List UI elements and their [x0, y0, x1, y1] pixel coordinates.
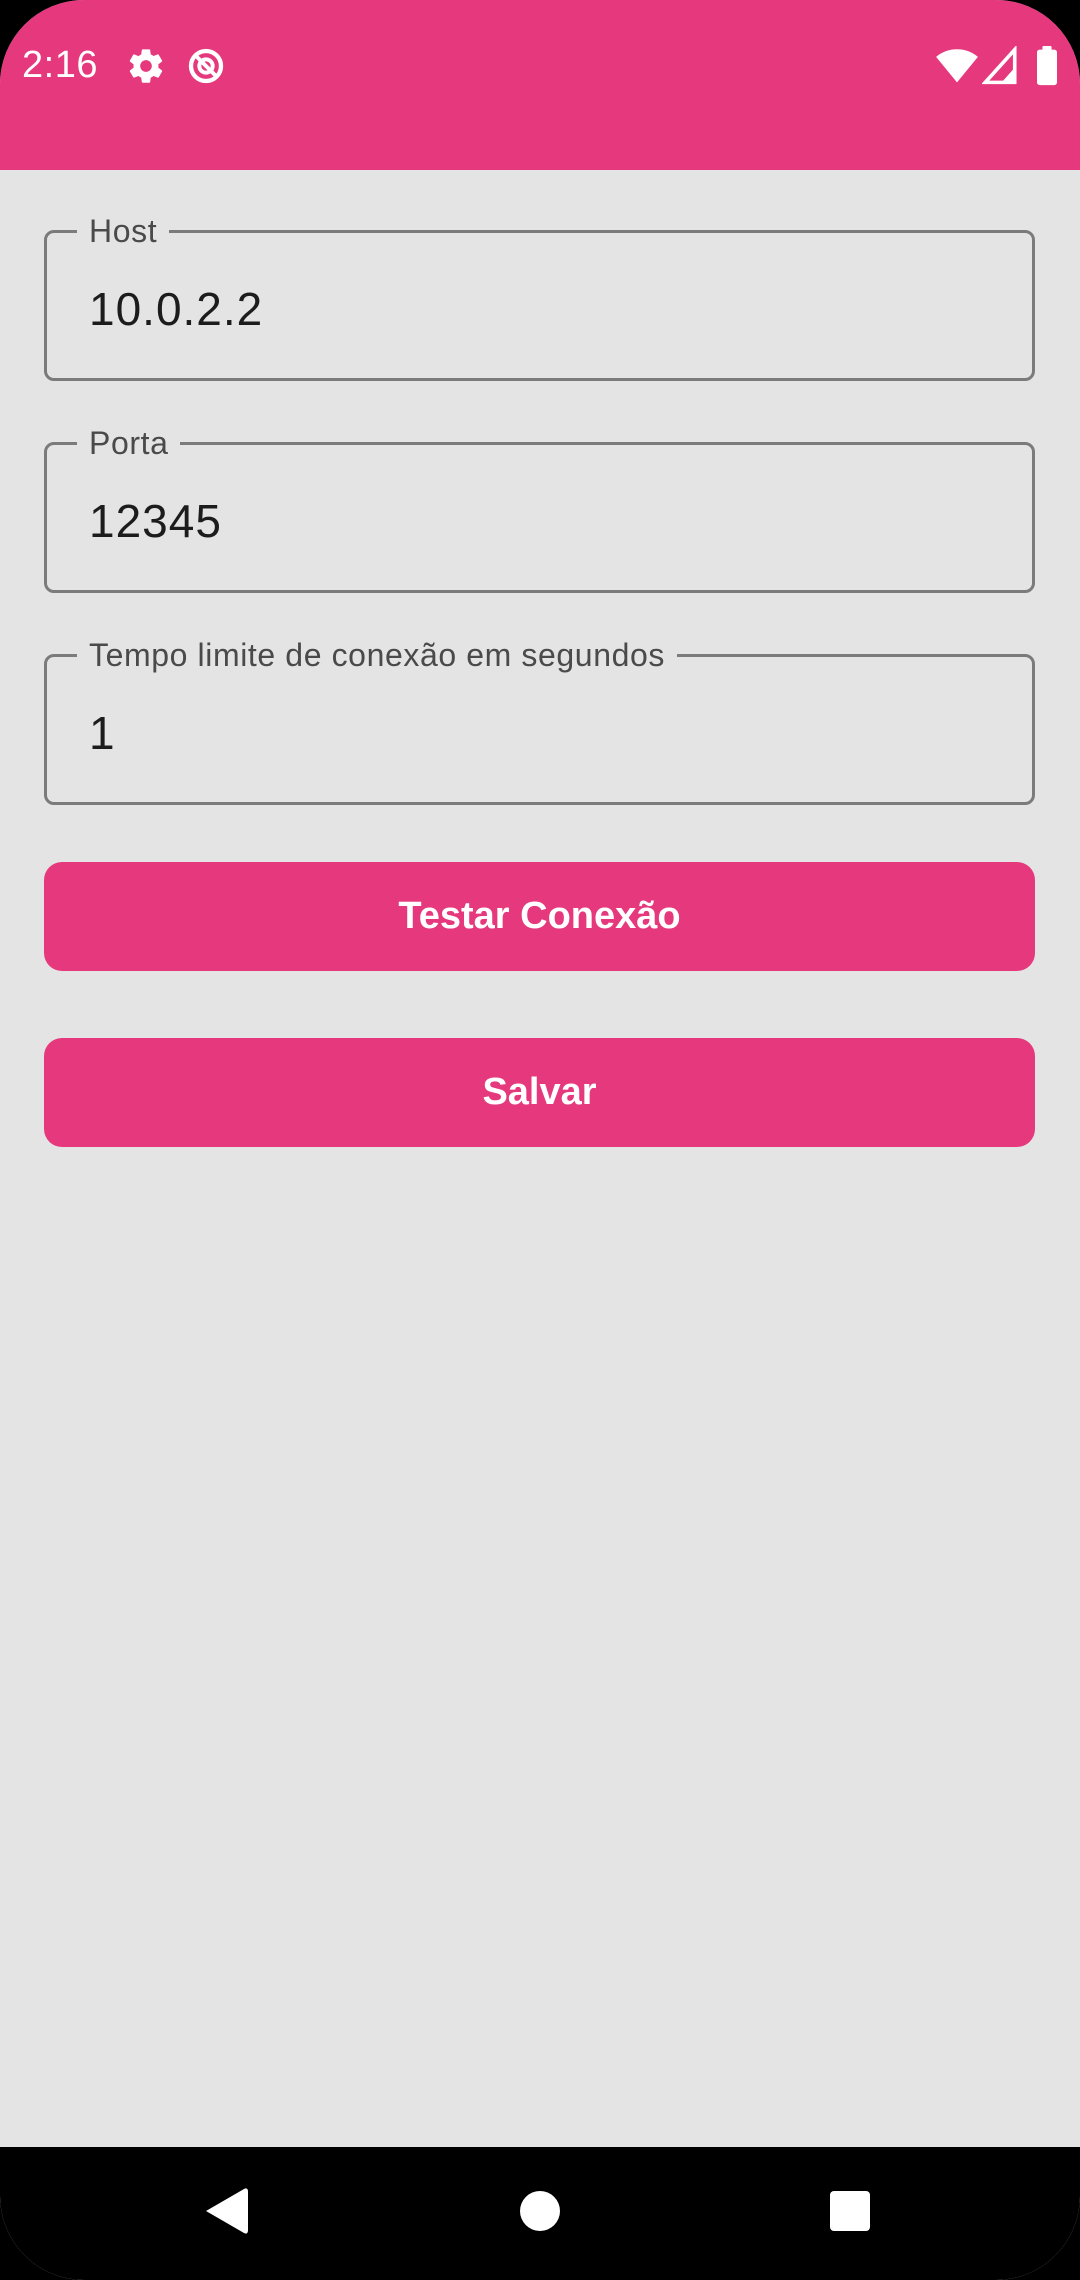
device-screen: 2:16 Host 10.0.2.2 Porta 12345 Tempo lim… — [0, 0, 1080, 2280]
port-input[interactable]: 12345 — [89, 493, 222, 549]
status-bar: 2:16 — [0, 0, 1080, 170]
signal-icon — [981, 44, 1022, 86]
settings-form: Host 10.0.2.2 Porta 12345 Tempo limite d… — [0, 170, 1080, 2147]
recents-icon — [829, 2190, 871, 2237]
recents-button[interactable] — [780, 2147, 920, 2280]
save-button[interactable]: Salvar — [44, 1038, 1035, 1147]
timeout-field[interactable]: Tempo limite de conexão em segundos 1 — [44, 635, 1035, 805]
battery-icon — [1035, 46, 1059, 86]
host-input[interactable]: 10.0.2.2 — [89, 281, 263, 337]
data-saver-icon — [186, 46, 226, 86]
home-icon — [519, 2190, 561, 2237]
navigation-bar — [0, 2147, 1080, 2280]
host-label: Host — [77, 211, 170, 251]
port-label: Porta — [77, 423, 181, 463]
home-button[interactable] — [470, 2147, 610, 2280]
gear-icon — [126, 46, 166, 86]
status-time: 2:16 — [22, 44, 98, 86]
test-connection-button[interactable]: Testar Conexão — [44, 862, 1035, 971]
back-icon — [202, 2185, 250, 2242]
port-field[interactable]: Porta 12345 — [44, 423, 1035, 593]
timeout-input[interactable]: 1 — [89, 705, 116, 761]
host-field[interactable]: Host 10.0.2.2 — [44, 211, 1035, 381]
back-button[interactable] — [156, 2147, 296, 2280]
wifi-icon — [935, 46, 979, 86]
timeout-label: Tempo limite de conexão em segundos — [77, 635, 677, 675]
